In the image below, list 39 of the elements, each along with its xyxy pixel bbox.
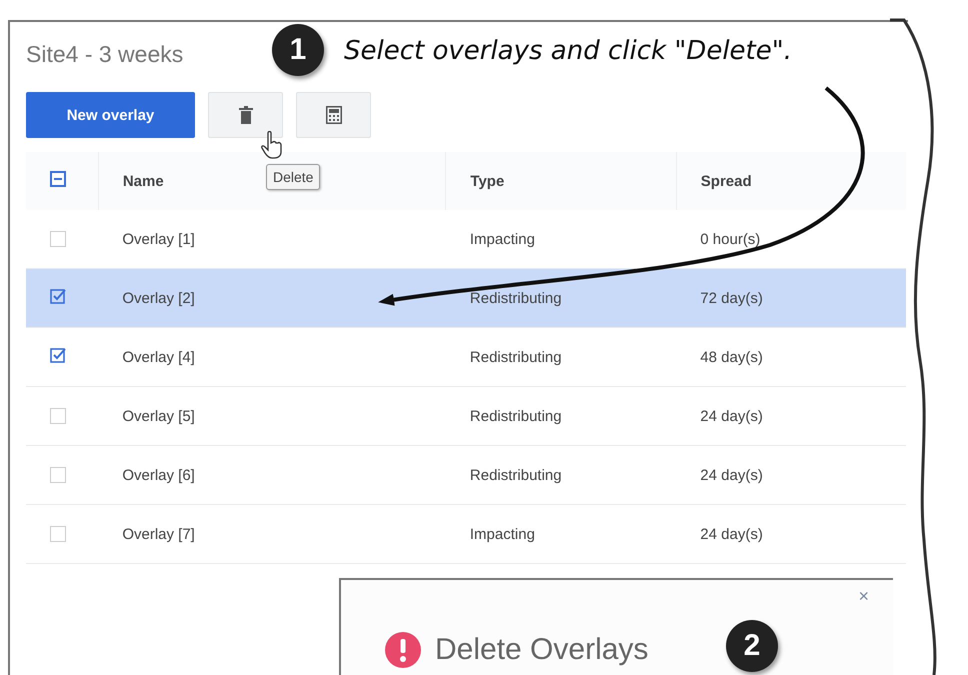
table-row[interactable]: Overlay [7] Impacting 24 day(s): [26, 504, 906, 564]
delete-button[interactable]: [208, 92, 283, 138]
page-title: Site4 - 3 weeks: [26, 40, 184, 69]
table-cell: Overlay [5]: [98, 386, 446, 446]
row-checkbox[interactable]: [50, 467, 66, 483]
table-row[interactable]: Overlay [6] Redistributing 24 day(s): [26, 446, 906, 504]
new-overlay-button[interactable]: New overlay: [26, 92, 195, 138]
table-cell: Redistributing: [446, 386, 676, 446]
alert-icon: [385, 632, 421, 668]
column-header: Spread: [676, 152, 906, 210]
calculator-icon: [326, 106, 342, 124]
table-cell: 72 day(s): [676, 268, 906, 328]
calculator-button[interactable]: [296, 92, 371, 138]
row-checkbox[interactable]: [50, 346, 67, 364]
column-header: Type: [446, 152, 676, 210]
table-cell: Impacting: [446, 504, 676, 564]
table-cell: Overlay [6]: [98, 446, 446, 504]
table-row[interactable]: Overlay [2] Redistributing 72 day(s): [26, 268, 906, 328]
table-cell: 24 day(s): [676, 386, 906, 446]
dialog-title: Delete Overlays: [435, 633, 648, 667]
table-cell: 24 day(s): [676, 504, 906, 564]
callout-text: Select overlays and click "Delete".: [344, 36, 792, 66]
tooltip: Delete: [266, 164, 320, 190]
select-all-checkbox[interactable]: [50, 171, 66, 187]
trash-icon: [238, 106, 252, 124]
table-cell: Overlay [4]: [98, 328, 446, 386]
table-cell: Overlay [7]: [98, 504, 446, 564]
row-checkbox[interactable]: [50, 231, 66, 247]
table-cell: Overlay [2]: [98, 268, 446, 328]
table-cell: Redistributing: [446, 446, 676, 504]
table-row[interactable]: Overlay [5] Redistributing 24 day(s): [26, 386, 906, 446]
table-cell: Redistributing: [446, 268, 676, 328]
row-checkbox[interactable]: [50, 408, 66, 424]
row-checkbox[interactable]: [50, 526, 66, 542]
table-row[interactable]: Overlay [4] Redistributing 48 day(s): [26, 328, 906, 386]
row-checkbox[interactable]: [50, 288, 67, 304]
table-cell: 24 day(s): [676, 446, 906, 504]
table-cell: 48 day(s): [676, 328, 906, 386]
table-cell: Redistributing: [446, 328, 676, 386]
